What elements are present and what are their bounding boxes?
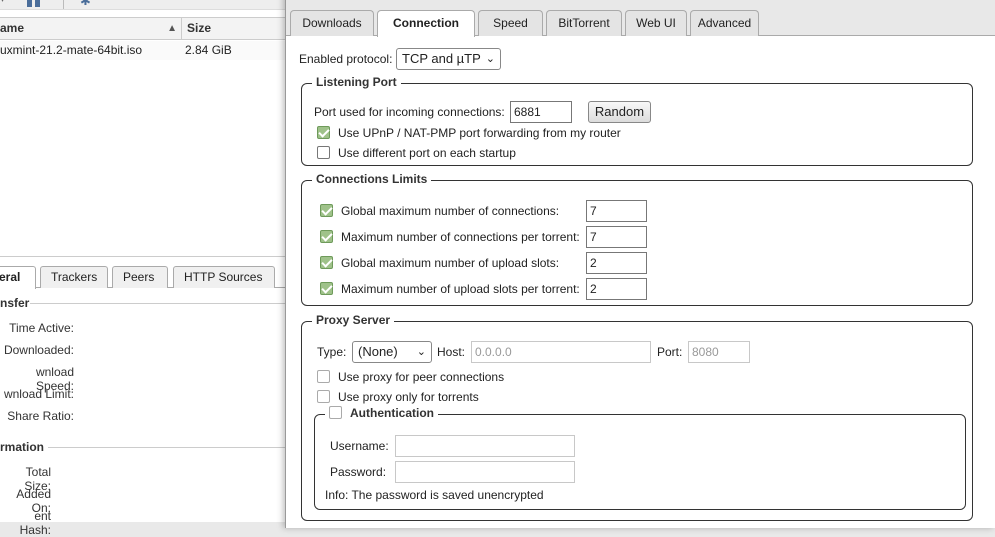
upnp-checkbox[interactable]: [317, 126, 330, 139]
column-name-label: ame: [0, 21, 25, 35]
column-header-size[interactable]: Size: [187, 18, 211, 39]
random-port-checkbox[interactable]: [317, 146, 330, 159]
dialog-tabbar: Downloads Connection Speed BitTorrent We…: [286, 0, 995, 37]
tab-trackers[interactable]: Trackers: [40, 266, 108, 288]
label-torrent-hash: ent Hash:: [19, 509, 51, 537]
transfer-legend: nsfer: [0, 296, 30, 310]
password-input[interactable]: [395, 461, 575, 483]
tab-peers[interactable]: Peers: [112, 266, 168, 288]
proxy-host-input[interactable]: 0.0.0.0: [471, 341, 651, 363]
tab-downloads[interactable]: Downloads: [290, 10, 374, 36]
proxy-type-label: Type:: [317, 345, 347, 359]
tab-advanced[interactable]: Advanced: [690, 10, 759, 36]
toolbar: ▾ ✱: [0, 0, 300, 10]
global-connections-checkbox[interactable]: [320, 204, 333, 217]
protocol-value: TCP and µTP: [402, 51, 481, 66]
torrent-upload-slots-label: Maximum number of upload slots per torre…: [341, 282, 580, 296]
proxy-torrents-only-label: Use proxy only for torrents: [338, 390, 479, 404]
chevron-icon[interactable]: ▾: [0, 0, 14, 6]
gear-icon[interactable]: ✱: [80, 0, 94, 8]
options-dialog: Downloads Connection Speed BitTorrent We…: [285, 0, 995, 528]
proxy-server-group: Proxy Server Type: (None) ⌄ Host: 0.0.0.…: [301, 313, 973, 521]
global-upload-slots-label: Global maximum number of upload slots:: [341, 256, 560, 270]
protocol-select[interactable]: TCP and µTP ⌄: [396, 48, 501, 70]
torrent-upload-slots-checkbox[interactable]: [320, 282, 333, 295]
password-label: Password:: [330, 465, 387, 479]
information-legend: rmation: [0, 440, 45, 454]
global-connections-input[interactable]: 7: [586, 200, 647, 222]
label-downloaded: Downloaded:: [3, 343, 74, 357]
proxy-port-input[interactable]: 8080: [688, 341, 750, 363]
connection-limits-group: Connections Limits Global maximum number…: [301, 172, 973, 306]
toolbar-separator: [63, 0, 64, 9]
upnp-label: Use UPnP / NAT-PMP port forwarding from …: [338, 126, 621, 140]
tab-web-ui[interactable]: Web UI: [625, 10, 687, 36]
protocol-label: Enabled protocol:: [299, 52, 393, 66]
global-upload-slots-checkbox[interactable]: [320, 256, 333, 269]
connection-panel: Enabled protocol: TCP and µTP ⌄ Listenin…: [286, 36, 995, 528]
global-upload-slots-input[interactable]: 2: [586, 252, 647, 274]
username-label: Username:: [330, 439, 389, 453]
torrent-connections-checkbox[interactable]: [320, 230, 333, 243]
torrent-size: 2.84 GiB: [185, 43, 232, 57]
proxy-server-legend: Proxy Server: [312, 313, 395, 327]
pause-icon[interactable]: [27, 0, 41, 8]
password-info-text: Info: The password is saved unencrypted: [325, 488, 544, 502]
torrent-list-header: ame ▲ Size: [0, 17, 300, 40]
proxy-host-label: Host:: [437, 345, 466, 359]
incoming-port-label: Port used for incoming connections:: [314, 105, 505, 119]
connection-limits-legend: Connections Limits: [312, 172, 432, 186]
chevron-down-icon: ⌄: [416, 346, 426, 358]
random-port-button[interactable]: Random: [588, 101, 651, 123]
torrent-upload-slots-input[interactable]: 2: [586, 278, 647, 300]
torrent-connections-label: Maximum number of connections per torren…: [341, 230, 580, 244]
label-download-limit: wnload Limit:: [3, 387, 74, 401]
label-time-active: Time Active:: [9, 321, 74, 335]
proxy-type-select[interactable]: (None) ⌄: [352, 341, 432, 363]
proxy-peer-label: Use proxy for peer connections: [338, 370, 505, 384]
table-row[interactable]: uxmint-21.2-mate-64bit.iso 2.84 GiB: [0, 41, 300, 60]
global-connections-label: Global maximum number of connections:: [341, 204, 560, 218]
proxy-torrents-only-checkbox[interactable]: [317, 390, 330, 403]
random-port-label: Use different port on each startup: [338, 146, 516, 160]
listening-port-group: Listening Port Port used for incoming co…: [301, 75, 973, 166]
tab-general[interactable]: eral: [0, 266, 36, 289]
tab-connection[interactable]: Connection: [377, 10, 475, 37]
pane-splitter[interactable]: [0, 256, 300, 257]
proxy-type-value: (None): [358, 344, 398, 359]
incoming-port-input[interactable]: 6881: [510, 101, 572, 123]
sort-ascending-icon: ▲: [167, 23, 177, 34]
listening-port-legend: Listening Port: [312, 75, 401, 89]
chevron-down-icon: ⌄: [485, 53, 495, 65]
authentication-checkbox[interactable]: [329, 406, 342, 419]
authentication-label: Authentication: [350, 406, 434, 420]
tab-bittorrent[interactable]: BitTorrent: [546, 10, 622, 36]
column-header-name[interactable]: ame ▲: [0, 18, 182, 39]
torrent-name: uxmint-21.2-mate-64bit.iso: [0, 43, 143, 57]
authentication-legend: Authentication: [325, 406, 438, 420]
authentication-group: Authentication Username: Password: Info:…: [314, 406, 966, 510]
proxy-peer-checkbox[interactable]: [317, 370, 330, 383]
proxy-port-label: Port:: [657, 345, 683, 359]
divider: [48, 447, 290, 448]
details-tabbar: eral Trackers Peers HTTP Sources: [0, 264, 300, 289]
tab-http-sources[interactable]: HTTP Sources: [173, 266, 275, 288]
label-share-ratio: Share Ratio:: [7, 409, 74, 423]
tab-speed[interactable]: Speed: [478, 10, 543, 36]
username-input[interactable]: [395, 435, 575, 457]
torrent-connections-input[interactable]: 7: [586, 226, 647, 248]
divider: [30, 303, 290, 304]
